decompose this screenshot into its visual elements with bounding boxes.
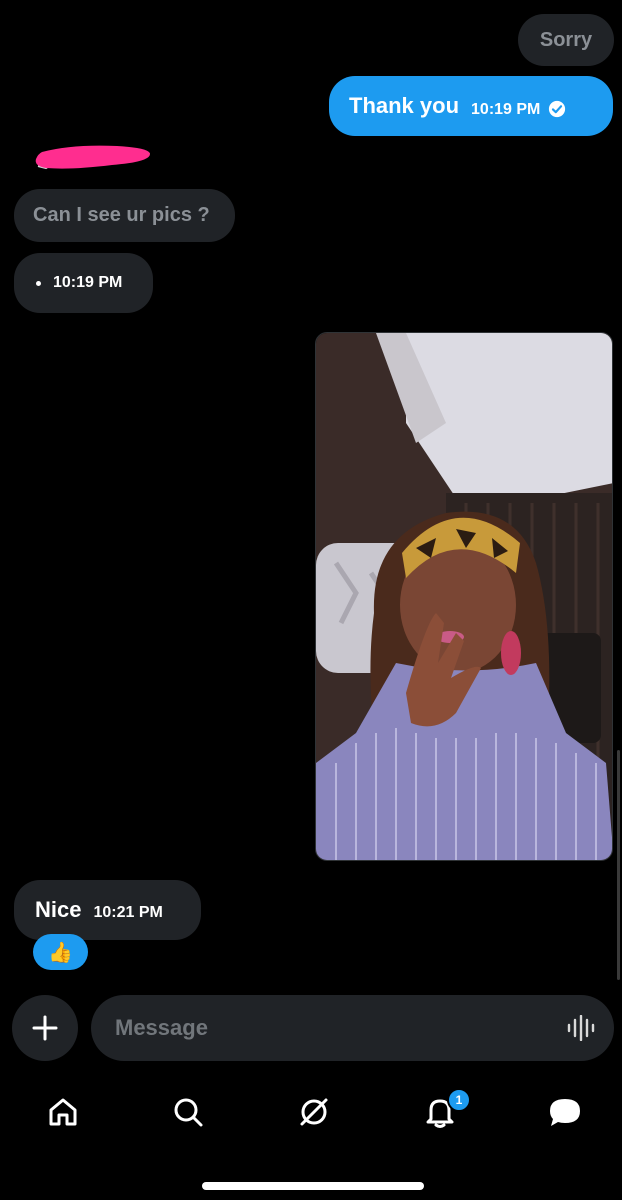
sent-message-sorry[interactable]: Sorry xyxy=(518,14,614,66)
sent-photo[interactable] xyxy=(315,332,613,861)
scrollbar[interactable] xyxy=(617,750,620,980)
nav-messages[interactable] xyxy=(545,1092,585,1132)
messages-icon xyxy=(550,1099,580,1126)
search-icon xyxy=(174,1098,203,1127)
bullet-dot xyxy=(36,280,41,286)
notification-count: 1 xyxy=(455,1093,463,1107)
received-message-time[interactable]: 10:19 PM xyxy=(14,253,153,313)
message-text: Can I see ur pics ? xyxy=(33,204,210,226)
notification-badge: 1 xyxy=(447,1088,471,1112)
received-message-pics[interactable]: Can I see ur pics ? xyxy=(14,189,235,242)
redacted-sender-name xyxy=(35,145,150,170)
grok-icon xyxy=(300,1098,328,1126)
message-text: Thank you xyxy=(349,93,460,118)
nav-home[interactable] xyxy=(43,1092,83,1132)
home-icon xyxy=(49,1098,77,1126)
message-input[interactable]: Message xyxy=(91,995,614,1061)
message-text: Nice xyxy=(35,897,82,922)
message-timestamp: 10:19 PM xyxy=(53,274,123,291)
received-message-nice[interactable]: Nice 10:21 PM xyxy=(14,880,201,940)
check-icon xyxy=(549,100,566,118)
plus-icon xyxy=(32,1015,58,1041)
message-placeholder: Message xyxy=(115,1015,208,1040)
sent-message-thank-you[interactable]: Thank you 10:19 PM xyxy=(329,76,613,136)
reaction-badge[interactable]: 👍 xyxy=(33,934,88,970)
message-timestamp: 10:21 PM xyxy=(93,904,163,921)
message-text: Sorry xyxy=(539,28,593,51)
nav-grok[interactable] xyxy=(294,1092,334,1132)
add-media-button[interactable] xyxy=(12,995,78,1061)
thumbs-up-icon: 👍 xyxy=(48,941,73,964)
nav-search[interactable] xyxy=(168,1092,208,1132)
voice-icon[interactable] xyxy=(566,1015,596,1041)
home-indicator xyxy=(202,1182,424,1190)
message-timestamp: 10:19 PM xyxy=(471,101,541,118)
photo-image xyxy=(316,333,612,860)
